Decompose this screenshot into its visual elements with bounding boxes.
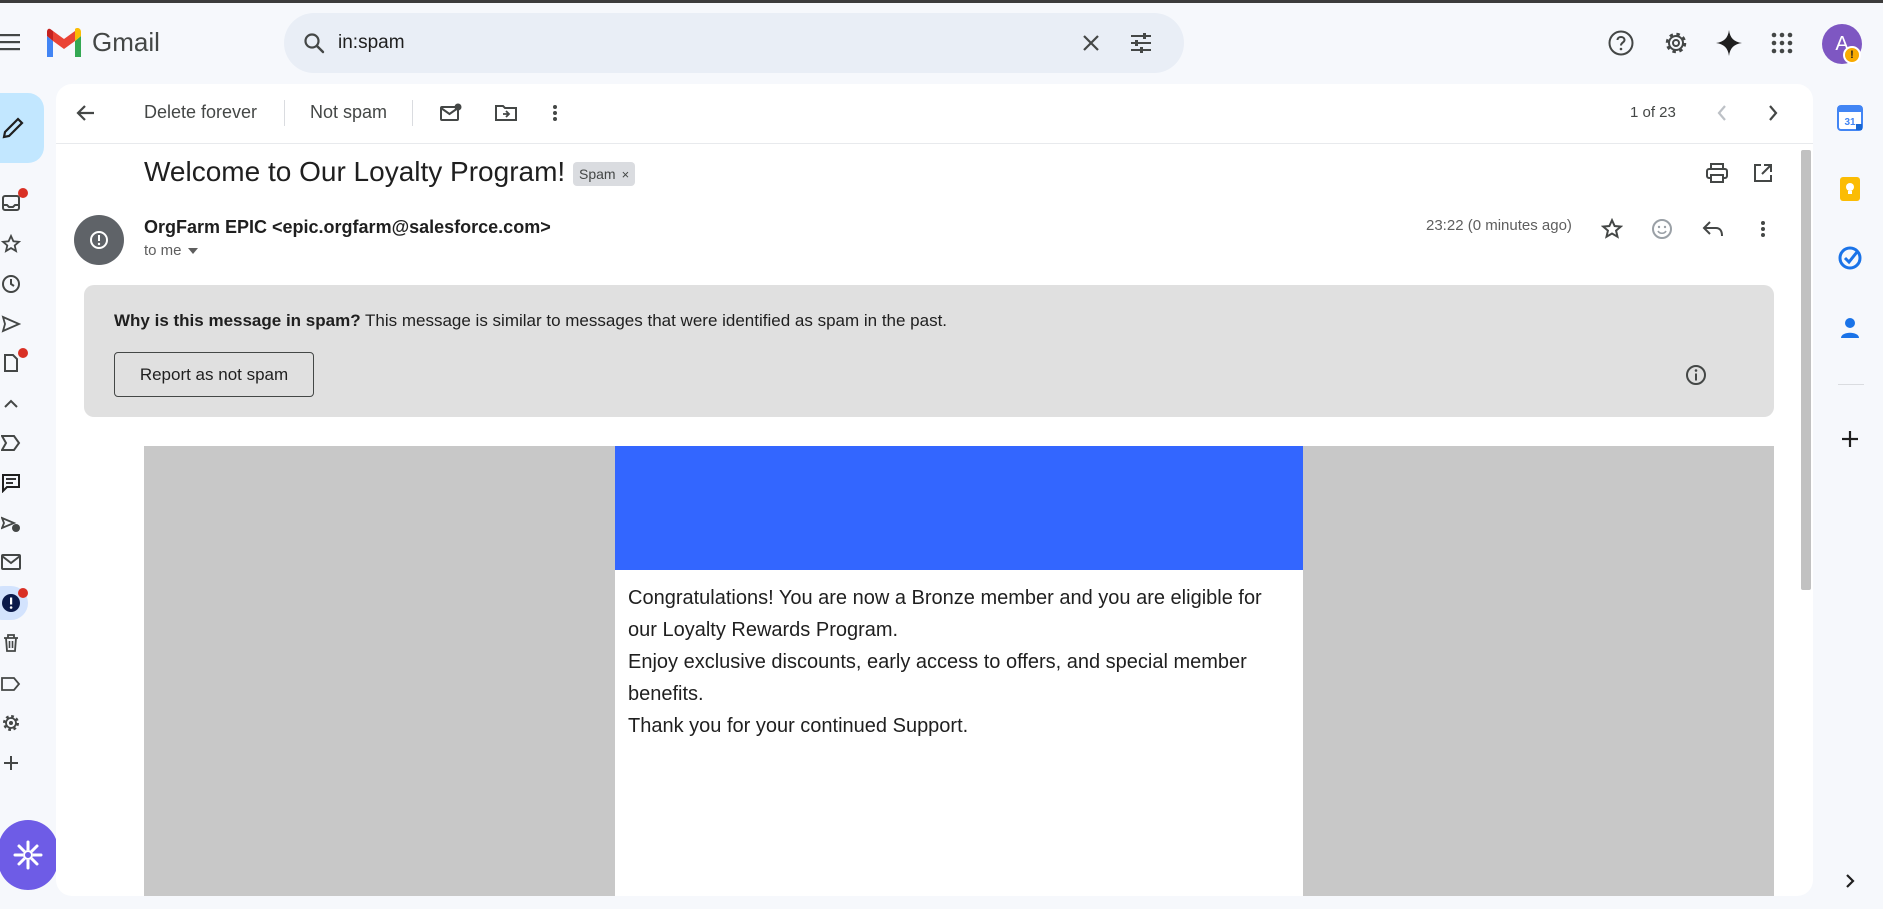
toolbar-divider [412, 100, 413, 126]
email-paragraph: Enjoy exclusive discounts, early access … [628, 651, 1247, 705]
email-paragraph: Thank you for your continued Support. [628, 715, 969, 737]
get-addons-plus-icon[interactable] [1835, 424, 1865, 454]
email-text: Congratulations! You are now a Bronze me… [615, 570, 1303, 742]
settings-gear-icon[interactable] [1659, 26, 1693, 60]
report-not-spam-button[interactable]: Report as not spam [114, 352, 314, 397]
info-icon[interactable] [1682, 361, 1710, 389]
gmail-m-icon [47, 28, 81, 57]
spam-dot [18, 588, 28, 598]
compose-button[interactable] [0, 93, 44, 163]
recipient-text: to me [144, 242, 182, 259]
print-icon[interactable] [1702, 158, 1732, 188]
pencil-icon [0, 113, 28, 143]
drafts-dot [18, 348, 28, 358]
contacts-icon[interactable] [1835, 313, 1865, 343]
spam-label-chip[interactable]: Spam × [573, 162, 636, 186]
spam-reason: Why is this message in spam? This messag… [114, 311, 947, 331]
help-icon[interactable] [1604, 26, 1638, 60]
search-options-icon[interactable] [1125, 27, 1157, 59]
warning-icon [90, 231, 108, 249]
search-icon[interactable] [298, 27, 330, 59]
side-panel-divider [1838, 384, 1864, 385]
star-icon[interactable] [1595, 212, 1629, 246]
sent-icon[interactable] [0, 313, 22, 335]
message-subject: Welcome to Our Loyalty Program! [144, 156, 566, 187]
sender-name-email[interactable]: OrgFarm EPIC <epic.orgfarm@salesforce.co… [144, 217, 551, 238]
inbox-unread-dot [18, 188, 28, 198]
chevron-down-icon [187, 247, 198, 254]
message-more-options-icon[interactable] [1746, 212, 1780, 246]
manage-labels-gear-icon[interactable] [0, 712, 22, 734]
sparkle-asterisk-icon [13, 840, 43, 870]
clear-search-icon[interactable] [1075, 27, 1107, 59]
mark-unread-icon[interactable] [435, 97, 467, 129]
create-label-plus-icon[interactable] [0, 752, 22, 774]
email-content-column: Congratulations! You are now a Bronze me… [615, 446, 1303, 896]
app-name: Gmail [92, 26, 160, 57]
toolbar-divider [284, 100, 285, 126]
delete-forever-button[interactable]: Delete forever [144, 102, 257, 126]
recipient-details[interactable]: to me [144, 242, 198, 259]
show-side-panel-chevron-icon[interactable] [1835, 866, 1865, 896]
important-icon[interactable] [0, 432, 22, 454]
pagination-count: 1 of 23 [1630, 104, 1676, 121]
spam-reason-question: Why is this message in spam? [114, 311, 361, 330]
chats-icon[interactable] [0, 472, 22, 494]
back-arrow-icon[interactable] [70, 97, 102, 129]
sender-avatar[interactable] [74, 215, 124, 265]
spam-reason-explanation: This message is similar to messages that… [360, 311, 948, 330]
google-apps-icon[interactable] [1765, 26, 1799, 60]
email-header-banner [615, 446, 1303, 570]
newer-chevron-left-icon[interactable] [1706, 97, 1738, 129]
search-bar[interactable] [284, 13, 1184, 73]
spam-warning-banner: Why is this message in spam? This messag… [84, 285, 1774, 417]
not-spam-button[interactable]: Not spam [310, 102, 387, 126]
email-paragraph: Congratulations! You are now a Bronze me… [628, 587, 1262, 641]
open-in-new-window-icon[interactable] [1748, 158, 1778, 188]
remove-label-icon[interactable]: × [622, 167, 630, 182]
older-chevron-right-icon[interactable] [1757, 97, 1789, 129]
main-menu-icon[interactable] [0, 28, 22, 56]
message-timestamp: 23:22 (0 minutes ago) [1426, 217, 1572, 234]
calendar-icon[interactable]: 31 [1835, 103, 1865, 133]
move-to-folder-icon[interactable] [490, 97, 522, 129]
label-icon[interactable] [0, 673, 22, 695]
window-top-border [0, 0, 1883, 3]
gmail-logo[interactable]: Gmail [44, 24, 160, 60]
snoozed-clock-icon[interactable] [0, 273, 22, 295]
reply-icon[interactable] [1696, 212, 1730, 246]
scheduled-icon[interactable] [0, 513, 22, 535]
keep-icon[interactable] [1835, 174, 1865, 204]
assistant-button[interactable] [0, 820, 58, 890]
more-options-icon[interactable] [539, 97, 571, 129]
all-mail-icon[interactable] [0, 551, 22, 573]
toolbar-bottom-divider [56, 143, 1813, 144]
trash-icon[interactable] [0, 632, 22, 654]
search-input[interactable] [338, 29, 1038, 57]
message-view: Delete forever Not spam 1 of 23 Welcome … [56, 84, 1813, 896]
message-toolbar: Delete forever Not spam 1 of 23 [56, 84, 1813, 144]
account-alert-badge: ! [1843, 46, 1861, 64]
tasks-icon[interactable] [1835, 243, 1865, 273]
spam-label-text: Spam [579, 166, 616, 182]
calendar-day: 31 [1844, 117, 1856, 128]
less-chevron-icon[interactable] [0, 393, 22, 415]
scrollbar-thumb[interactable] [1801, 150, 1811, 590]
add-reaction-emoji-icon[interactable] [1645, 212, 1679, 246]
email-body: Congratulations! You are now a Bronze me… [144, 446, 1774, 896]
gemini-sparkle-icon[interactable] [1712, 26, 1746, 60]
starred-icon[interactable] [0, 233, 22, 255]
